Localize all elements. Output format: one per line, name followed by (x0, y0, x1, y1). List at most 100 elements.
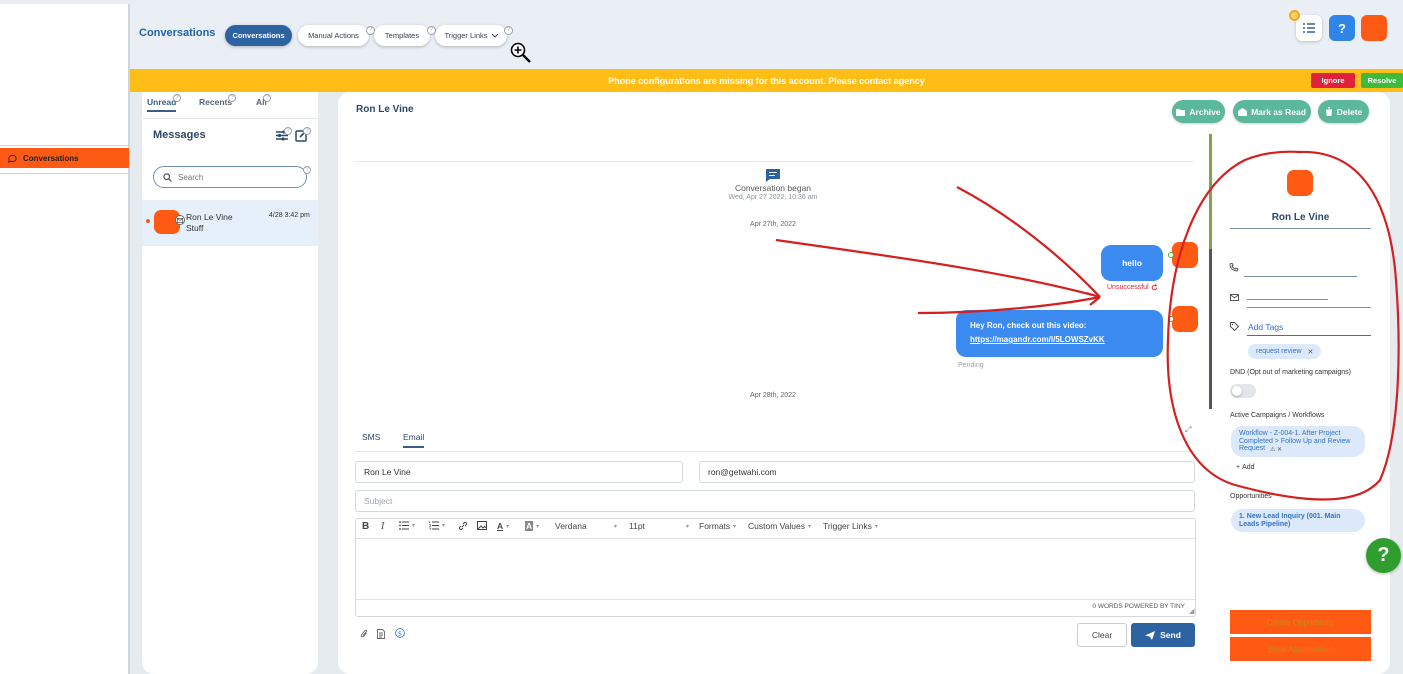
italic-button[interactable]: I (381, 521, 384, 532)
trash-icon (1324, 107, 1333, 116)
banner-text: Phone configurations are missing for thi… (608, 75, 925, 86)
ignore-button[interactable]: Ignore (1311, 73, 1355, 88)
help-icon: ? (173, 94, 181, 102)
template-icon[interactable] (377, 629, 385, 639)
task-list-button[interactable] (1296, 15, 1322, 41)
remove-tag-icon[interactable]: ✕ (1308, 348, 1314, 356)
mark-as-read-button[interactable]: Mark as Read (1233, 100, 1311, 123)
date-separator: Apr 27th, 2022 (750, 221, 796, 228)
svg-text:$: $ (398, 629, 402, 637)
list-item-time: 4/28 3:42 pm (269, 212, 310, 219)
channel-indicator (1168, 316, 1174, 322)
help-button[interactable]: ? (1329, 15, 1355, 41)
from-name-field[interactable]: Ron Le Vine (355, 461, 683, 483)
bullet-list-icon (399, 521, 409, 530)
book-appointment-button[interactable]: Book Appointment (1230, 637, 1371, 661)
opportunity-chip[interactable]: 1. New Lead Inquiry (001. Main Leads Pip… (1231, 509, 1365, 532)
add-label: Add (1242, 464, 1255, 471)
custom-values-menu[interactable]: Custom Values ▾ (748, 521, 811, 531)
font-family-select[interactable]: Verdana ▾ (555, 521, 617, 531)
clear-button[interactable]: Clear (1077, 623, 1127, 647)
tab-trigger-links-label: Trigger Links (444, 31, 488, 40)
remove-workflow-icon[interactable]: ⚠ ✕ (1270, 446, 1282, 453)
text-color-button[interactable]: A ▾ (497, 521, 509, 531)
create-opportunity-button[interactable]: Create Opportunity (1230, 610, 1371, 634)
text-color-icon: A (497, 521, 504, 531)
divider (355, 161, 1193, 162)
folder-icon (1176, 108, 1186, 116)
help-icon: ? (504, 26, 513, 35)
list-icon (1303, 23, 1315, 33)
numbered-list-button[interactable]: ▾ (429, 521, 445, 530)
help-icon: ? (263, 94, 271, 102)
payment-icon[interactable]: $ (395, 628, 405, 638)
search-field[interactable] (153, 166, 307, 188)
tag-icon (1230, 322, 1239, 331)
bold-button[interactable]: B (362, 521, 369, 532)
expand-icon[interactable]: ⤢ (1185, 425, 1191, 435)
editor-footer-divider (356, 599, 1195, 600)
link-button[interactable] (458, 521, 468, 531)
numbered-list-icon (429, 521, 439, 530)
retry-icon[interactable] (1151, 284, 1158, 291)
send-button[interactable]: Send (1131, 623, 1195, 647)
trigger-links-menu[interactable]: Trigger Links ▾ (823, 521, 878, 531)
phone-field[interactable] (1244, 276, 1357, 277)
image-icon (477, 521, 487, 530)
campaigns-label: Active Campaigns / Workflows (1230, 412, 1325, 419)
avatar (1172, 242, 1198, 268)
delete-button[interactable]: Delete (1318, 100, 1369, 123)
chevron-down-icon (491, 33, 498, 38)
add-tags-input[interactable]: Add Tags (1248, 322, 1283, 332)
tab-sms[interactable]: SMS (362, 432, 380, 442)
archive-button[interactable]: Archive (1172, 100, 1225, 123)
help-chat-button[interactable]: ? (1366, 538, 1401, 573)
sidebar-item-conversations[interactable]: Conversations (0, 148, 129, 168)
divider (355, 451, 1195, 452)
workflow-chip[interactable]: Workflow - Z-004-1. After Project Comple… (1231, 426, 1365, 457)
font-size-value: 11pt (629, 521, 645, 531)
date-separator: Apr 28th, 2022 (750, 392, 796, 399)
dnd-toggle[interactable] (1230, 384, 1256, 398)
tab-manual-actions[interactable]: Manual Actions (298, 25, 369, 46)
email-icon (1230, 294, 1239, 301)
tab-email[interactable]: Email (403, 432, 425, 448)
email-channel-icon (175, 215, 185, 225)
envelope-open-icon (1238, 107, 1248, 116)
warning-banner: Phone configurations are missing for thi… (130, 69, 1403, 92)
email-field[interactable] (1247, 299, 1328, 300)
resolve-button[interactable]: Resolve (1361, 73, 1403, 88)
list-item-name: Ron Le Vine (186, 212, 233, 222)
resize-handle[interactable]: ◢ (1189, 607, 1194, 615)
tab-trigger-links[interactable]: Trigger Links (435, 25, 507, 46)
to-email-field[interactable]: ron@getwahi.com (699, 461, 1195, 483)
divider (1247, 307, 1371, 308)
tab-templates[interactable]: Templates (374, 25, 430, 46)
message-bubble-outgoing: Hey Ron, check out this video: https://m… (956, 310, 1163, 357)
send-label: Send (1160, 630, 1181, 640)
tab-conversations[interactable]: Conversations (225, 25, 292, 46)
trigger-links-label: Trigger Links (823, 521, 872, 531)
formats-menu[interactable]: Formats ▾ (699, 521, 736, 531)
font-size-select[interactable]: 11pt ▾ (629, 521, 689, 531)
conversation-began-date: Wed, Apr 27 2022, 10:36 am (728, 194, 818, 201)
subject-field[interactable]: Subject (355, 490, 1195, 512)
tag-label: request review (1256, 348, 1302, 355)
highlight-color-button[interactable]: A ▾ (525, 521, 539, 531)
left-navigation (0, 4, 130, 674)
channel-indicator (1168, 252, 1174, 258)
search-icon (163, 172, 172, 182)
notification-dot (1289, 10, 1300, 21)
image-button[interactable] (477, 521, 487, 530)
tab-unread[interactable]: Unread (147, 97, 177, 112)
editor-toolbar-divider (356, 538, 1195, 539)
bullet-list-button[interactable]: ▾ (399, 521, 415, 530)
add-workflow-button[interactable]: + Add (1236, 464, 1255, 471)
attachment-icon[interactable] (360, 629, 368, 639)
opportunities-label: Opportunities (1230, 493, 1272, 500)
user-avatar-button[interactable] (1361, 15, 1387, 41)
message-status-text: Unsuccessful (1107, 284, 1149, 291)
page-title: Conversations (139, 27, 216, 39)
search-input[interactable] (178, 172, 288, 182)
message-link[interactable]: https://magandr.com/l/5LOWSZvKK (970, 335, 1149, 344)
